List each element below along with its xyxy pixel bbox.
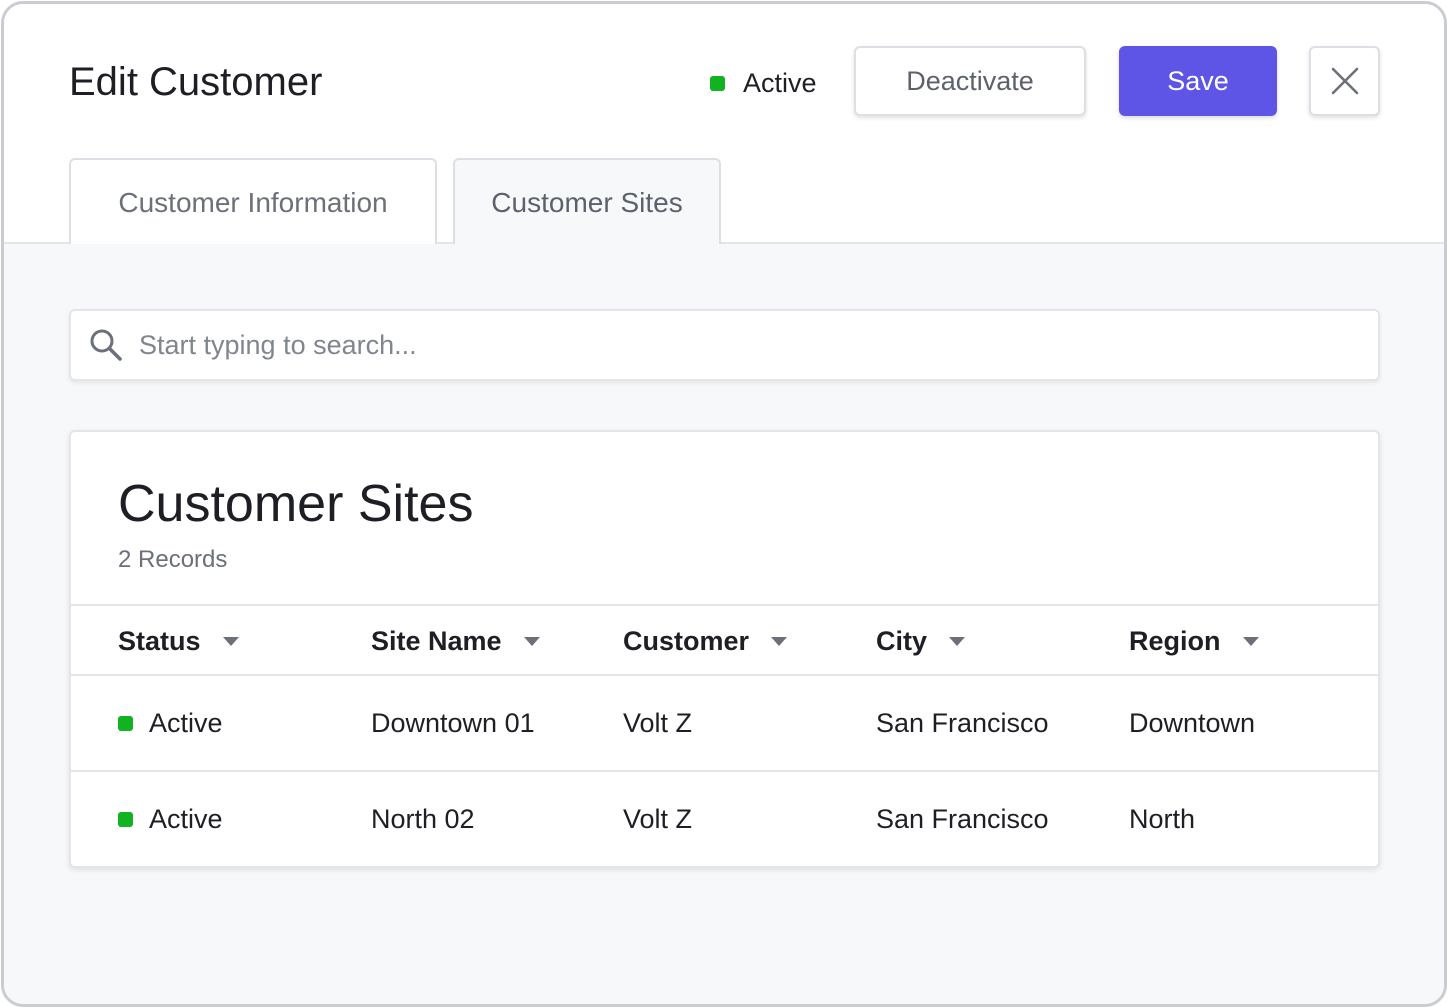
customer-status: Active bbox=[710, 66, 817, 100]
status-cell: Active bbox=[118, 676, 223, 770]
column-label: Site Name bbox=[371, 625, 502, 656]
deactivate-button[interactable]: Deactivate bbox=[854, 46, 1086, 116]
dialog-title: Edit Customer bbox=[69, 60, 323, 104]
card-title: Customer Sites bbox=[118, 475, 474, 533]
customer-sites-card: Customer Sites 2 Records Status Site Nam… bbox=[69, 430, 1380, 868]
column-label: Region bbox=[1129, 625, 1221, 656]
table-row[interactable]: Active North 02 Volt Z San Francisco Nor… bbox=[71, 772, 1378, 868]
caret-down-icon bbox=[1242, 636, 1259, 646]
status-dot-icon bbox=[710, 75, 725, 91]
column-header-site-name[interactable]: Site Name bbox=[371, 606, 540, 676]
tab-customer-information[interactable]: Customer Information bbox=[69, 158, 437, 246]
region-cell: Downtown bbox=[1129, 707, 1256, 738]
column-header-city[interactable]: City bbox=[876, 606, 966, 676]
caret-down-icon bbox=[949, 636, 966, 646]
status-text: Active bbox=[149, 707, 223, 738]
column-label: Status bbox=[118, 625, 201, 656]
save-button[interactable]: Save bbox=[1119, 46, 1277, 116]
column-header-region[interactable]: Region bbox=[1129, 606, 1259, 676]
tab-content: Customer Sites 2 Records Status Site Nam… bbox=[4, 244, 1444, 1004]
column-label: Customer bbox=[623, 625, 750, 656]
dialog-header: Edit Customer Active Deactivate Save Cus… bbox=[4, 4, 1444, 246]
close-button[interactable] bbox=[1309, 46, 1380, 116]
caret-down-icon bbox=[771, 636, 788, 646]
customer-cell: Volt Z bbox=[623, 803, 693, 834]
search-input[interactable] bbox=[139, 329, 1319, 361]
site-name-cell: Downtown 01 bbox=[371, 707, 535, 738]
status-text: Active bbox=[149, 803, 223, 834]
table-row[interactable]: Active Downtown 01 Volt Z San Francisco … bbox=[71, 676, 1378, 772]
status-cell: Active bbox=[118, 772, 223, 866]
status-label: Active bbox=[743, 67, 817, 98]
status-dot-icon bbox=[118, 715, 133, 731]
caret-down-icon bbox=[222, 636, 239, 646]
tab-customer-sites[interactable]: Customer Sites bbox=[453, 158, 721, 246]
customer-cell: Volt Z bbox=[623, 707, 693, 738]
region-cell: North bbox=[1129, 803, 1196, 834]
column-label: City bbox=[876, 625, 928, 656]
column-header-status[interactable]: Status bbox=[118, 606, 239, 676]
site-name-cell: North 02 bbox=[371, 803, 475, 834]
close-icon bbox=[1331, 67, 1358, 95]
search-icon bbox=[89, 328, 123, 362]
record-count: 2 Records bbox=[118, 546, 228, 573]
table-header: Status Site Name Customer City Region bbox=[71, 604, 1378, 676]
city-cell: San Francisco bbox=[876, 803, 1049, 834]
city-cell: San Francisco bbox=[876, 707, 1049, 738]
status-dot-icon bbox=[118, 811, 133, 827]
column-header-customer[interactable]: Customer bbox=[623, 606, 788, 676]
caret-down-icon bbox=[523, 636, 540, 646]
edit-customer-dialog: Edit Customer Active Deactivate Save Cus… bbox=[1, 1, 1447, 1007]
search-bar[interactable] bbox=[69, 309, 1380, 381]
